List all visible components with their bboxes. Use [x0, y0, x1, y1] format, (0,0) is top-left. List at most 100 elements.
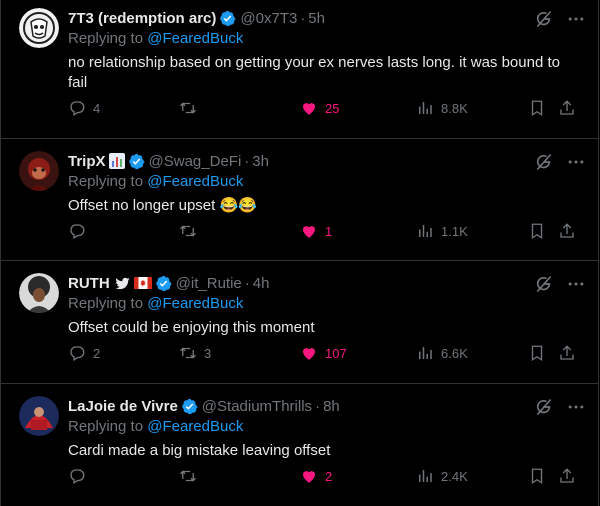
tweet-text: Offset could be enjoying this moment: [68, 319, 315, 336]
timestamp[interactable]: 5h: [308, 10, 325, 27]
bookmark-icon: [531, 100, 543, 117]
like-button[interactable]: 2: [300, 467, 332, 485]
replying-to-link[interactable]: @FearedBuck: [147, 30, 243, 47]
grok-icon[interactable]: [534, 9, 554, 29]
tweet[interactable]: 7T3 (redemption arc) @0x7T3 · 5h Replyin…: [1, 0, 598, 139]
separator-dot: ·: [244, 152, 250, 170]
tweet-header: RUTH @it_Rutie · 4h: [68, 273, 586, 293]
views-button[interactable]: 2.4K: [416, 467, 468, 485]
replying-to: Replying to @FearedBuck: [68, 418, 586, 438]
grok-icon[interactable]: [534, 152, 554, 172]
bookmark-icon: [531, 345, 543, 362]
replying-to-label: Replying to: [68, 173, 148, 190]
like-count: 1: [325, 223, 333, 239]
views-icon: [419, 347, 432, 359]
separator-dot: ·: [315, 397, 321, 415]
retweet-button[interactable]: 3: [179, 344, 211, 362]
more-icon[interactable]: [566, 152, 586, 172]
display-name[interactable]: RUTH: [68, 275, 110, 292]
separator-dot: ·: [244, 274, 250, 292]
user-handle[interactable]: @Swag_DeFi: [149, 153, 242, 170]
like-button[interactable]: 25: [300, 99, 339, 117]
retweet-icon: [180, 225, 196, 237]
reply-count: 4: [93, 100, 101, 116]
bookmark-button[interactable]: [528, 222, 546, 240]
like-count: 2: [325, 468, 333, 484]
tweet-header: TripX @Swag_DeFi · 3h: [68, 151, 586, 171]
replying-to-link[interactable]: @FearedBuck: [147, 418, 243, 435]
separator-dot: ·: [300, 9, 306, 27]
replying-to-label: Replying to: [68, 295, 148, 312]
bookmark-icon: [531, 468, 543, 485]
share-icon: [560, 223, 574, 238]
canada-flag-icon: [133, 277, 152, 289]
grok-icon[interactable]: [534, 274, 554, 294]
share-button[interactable]: [558, 99, 576, 117]
grok-icon[interactable]: [534, 397, 554, 417]
reply-count: 2: [93, 345, 101, 361]
like-button[interactable]: 107: [300, 344, 347, 362]
verified-badge-icon: [220, 10, 236, 26]
views-icon: [419, 470, 432, 482]
retweet-button[interactable]: [179, 222, 204, 240]
bookmark-button[interactable]: [528, 344, 546, 362]
share-button[interactable]: [558, 222, 576, 240]
replying-to: Replying to @FearedBuck: [68, 295, 586, 315]
tweet-text: Offset no longer upset 😂😂: [68, 197, 257, 214]
tweet[interactable]: RUTH @it_Rutie · 4h Replying to @FearedB…: [1, 261, 598, 384]
share-button[interactable]: [558, 467, 576, 485]
tweet[interactable]: LaJoie de Vivre @StadiumThrills · 8h Rep…: [1, 384, 598, 506]
replying-to-link[interactable]: @FearedBuck: [147, 295, 243, 312]
replying-to-label: Replying to: [68, 418, 148, 435]
like-button[interactable]: 1: [300, 222, 332, 240]
timestamp[interactable]: 4h: [253, 275, 270, 292]
timestamp[interactable]: 3h: [252, 153, 269, 170]
more-icon[interactable]: [566, 274, 586, 294]
tweet-header: LaJoie de Vivre @StadiumThrills · 8h: [68, 396, 586, 416]
more-icon[interactable]: [566, 397, 586, 417]
views-icon: [419, 102, 432, 114]
user-handle[interactable]: @0x7T3: [240, 10, 297, 27]
display-name[interactable]: LaJoie de Vivre: [68, 398, 178, 415]
view-count: 6.6K: [441, 345, 468, 361]
retweet-button[interactable]: [179, 467, 204, 485]
retweet-icon: [180, 347, 196, 359]
replying-to: Replying to @FearedBuck: [68, 173, 586, 193]
views-icon: [419, 225, 432, 237]
bookmark-icon: [531, 223, 543, 240]
bookmark-button[interactable]: [528, 467, 546, 485]
more-icon[interactable]: [566, 9, 586, 29]
heart-filled-icon: [303, 348, 315, 360]
views-button[interactable]: 6.6K: [416, 344, 468, 362]
avatar[interactable]: [19, 8, 59, 48]
avatar[interactable]: [19, 151, 59, 191]
avatar[interactable]: [19, 396, 59, 436]
tweet-text: no relationship based on getting your ex…: [68, 54, 560, 91]
display-name[interactable]: TripX: [68, 153, 106, 170]
display-name[interactable]: 7T3 (redemption arc): [68, 10, 216, 27]
views-button[interactable]: 8.8K: [416, 99, 468, 117]
reply-button[interactable]: [68, 222, 93, 240]
avatar[interactable]: [19, 273, 59, 313]
reply-feed: 7T3 (redemption arc) @0x7T3 · 5h Replyin…: [1, 0, 598, 506]
reply-icon: [70, 101, 85, 116]
reply-button[interactable]: 2: [68, 344, 100, 362]
bookmark-button[interactable]: [528, 99, 546, 117]
retweet-button[interactable]: [179, 99, 204, 117]
retweet-icon: [180, 470, 196, 482]
verified-badge-icon: [182, 398, 198, 414]
user-handle[interactable]: @it_Rutie: [176, 275, 242, 292]
timestamp[interactable]: 8h: [323, 398, 340, 415]
reply-button[interactable]: 4: [68, 99, 100, 117]
heart-filled-icon: [303, 103, 315, 115]
tweet-header: 7T3 (redemption arc) @0x7T3 · 5h: [68, 8, 586, 28]
bird-icon: [115, 277, 130, 289]
share-button[interactable]: [558, 344, 576, 362]
tweet[interactable]: TripX @Swag_DeFi · 3h Replying to @Feare…: [1, 139, 598, 261]
share-icon: [560, 100, 574, 115]
replying-to-link[interactable]: @FearedBuck: [147, 173, 243, 190]
reply-button[interactable]: [68, 467, 93, 485]
views-button[interactable]: 1.1K: [416, 222, 468, 240]
like-count: 107: [325, 345, 347, 361]
user-handle[interactable]: @StadiumThrills: [202, 398, 312, 415]
